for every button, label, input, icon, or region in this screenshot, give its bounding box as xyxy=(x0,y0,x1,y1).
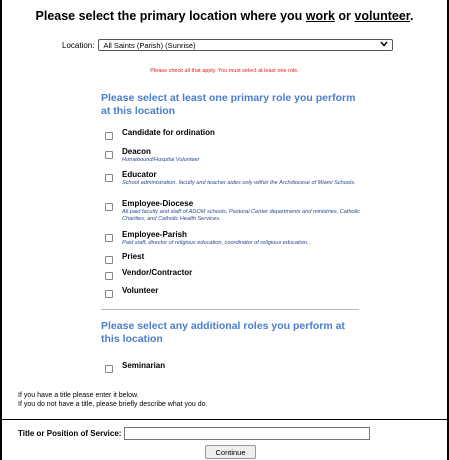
role-checkbox[interactable] xyxy=(105,234,113,242)
role-label: Employee-Diocese xyxy=(122,199,194,208)
additional-roles-title: Please select any additional roles you p… xyxy=(101,320,345,345)
role-deacon[interactable]: Deacon Homebound/Hospital Volunteer xyxy=(105,147,362,164)
title-label: Title or Position of Service: xyxy=(18,429,122,438)
role-warning: Please check all that apply. You must se… xyxy=(150,68,299,74)
page-heading: Please select the primary location where… xyxy=(35,9,414,23)
continue-button[interactable]: Continue xyxy=(205,445,256,459)
location-label: Location: xyxy=(62,40,95,50)
top-rule xyxy=(0,419,449,420)
role-checkbox[interactable] xyxy=(105,203,113,211)
role-employee-diocese[interactable]: Employee-Diocese All paid faculty and st… xyxy=(105,199,362,222)
title-info-line-1: If you have a title please enter it belo… xyxy=(18,392,139,399)
primary-roles-title: Please select at least one primary role … xyxy=(101,92,356,117)
role-label: Employee-Parish xyxy=(122,230,187,239)
role-description: School administration, faculty and teach… xyxy=(122,180,356,186)
role-checkbox[interactable] xyxy=(105,174,113,182)
role-volunteer[interactable]: Volunteer xyxy=(105,286,158,298)
role-label: Candidate for ordination xyxy=(122,128,215,137)
role-checkbox[interactable] xyxy=(105,290,113,298)
role-seminarian[interactable]: Seminarian xyxy=(105,361,165,373)
title-input[interactable] xyxy=(124,427,371,440)
role-description: Paid staff, director of religious educat… xyxy=(122,240,309,246)
role-label: Educator xyxy=(122,170,157,179)
role-employee-parish[interactable]: Employee-Parish Paid staff, director of … xyxy=(105,230,362,247)
title-row: Title or Position of Service: xyxy=(18,427,371,440)
role-description: Homebound/Hospital Volunteer xyxy=(122,157,200,163)
role-label: Seminarian xyxy=(122,361,166,370)
location-select[interactable]: All Saints (Parish) (Sunrise) xyxy=(98,39,394,51)
location-selected-value: All Saints (Parish) (Sunrise) xyxy=(103,40,196,50)
chevron-down-icon xyxy=(380,41,389,49)
section-divider xyxy=(101,309,359,310)
role-checkbox[interactable] xyxy=(105,365,113,373)
role-checkbox[interactable] xyxy=(105,256,113,264)
role-priest[interactable]: Priest xyxy=(105,252,144,264)
role-checkbox[interactable] xyxy=(105,272,113,280)
role-candidate-for-ordination[interactable]: Candidate for ordination xyxy=(105,128,215,140)
volunteer-link: volunteer xyxy=(354,9,410,23)
role-educator[interactable]: Educator School administration, faculty … xyxy=(105,170,362,187)
role-label: Volunteer xyxy=(122,286,159,295)
role-description: All paid faculty and staff of ADOM schoo… xyxy=(122,209,360,222)
role-checkbox[interactable] xyxy=(105,151,113,159)
title-info-line-2: If you do not have a title, please brief… xyxy=(18,401,208,408)
location-row: Location: All Saints (Parish) (Sunrise) xyxy=(62,38,394,52)
role-label: Priest xyxy=(122,252,145,261)
role-label: Vendor/Contractor xyxy=(122,268,193,277)
work-link: work xyxy=(305,9,335,23)
role-label: Deacon xyxy=(122,147,151,156)
role-vendor-contractor[interactable]: Vendor/Contractor xyxy=(105,268,192,280)
role-checkbox[interactable] xyxy=(105,132,113,140)
